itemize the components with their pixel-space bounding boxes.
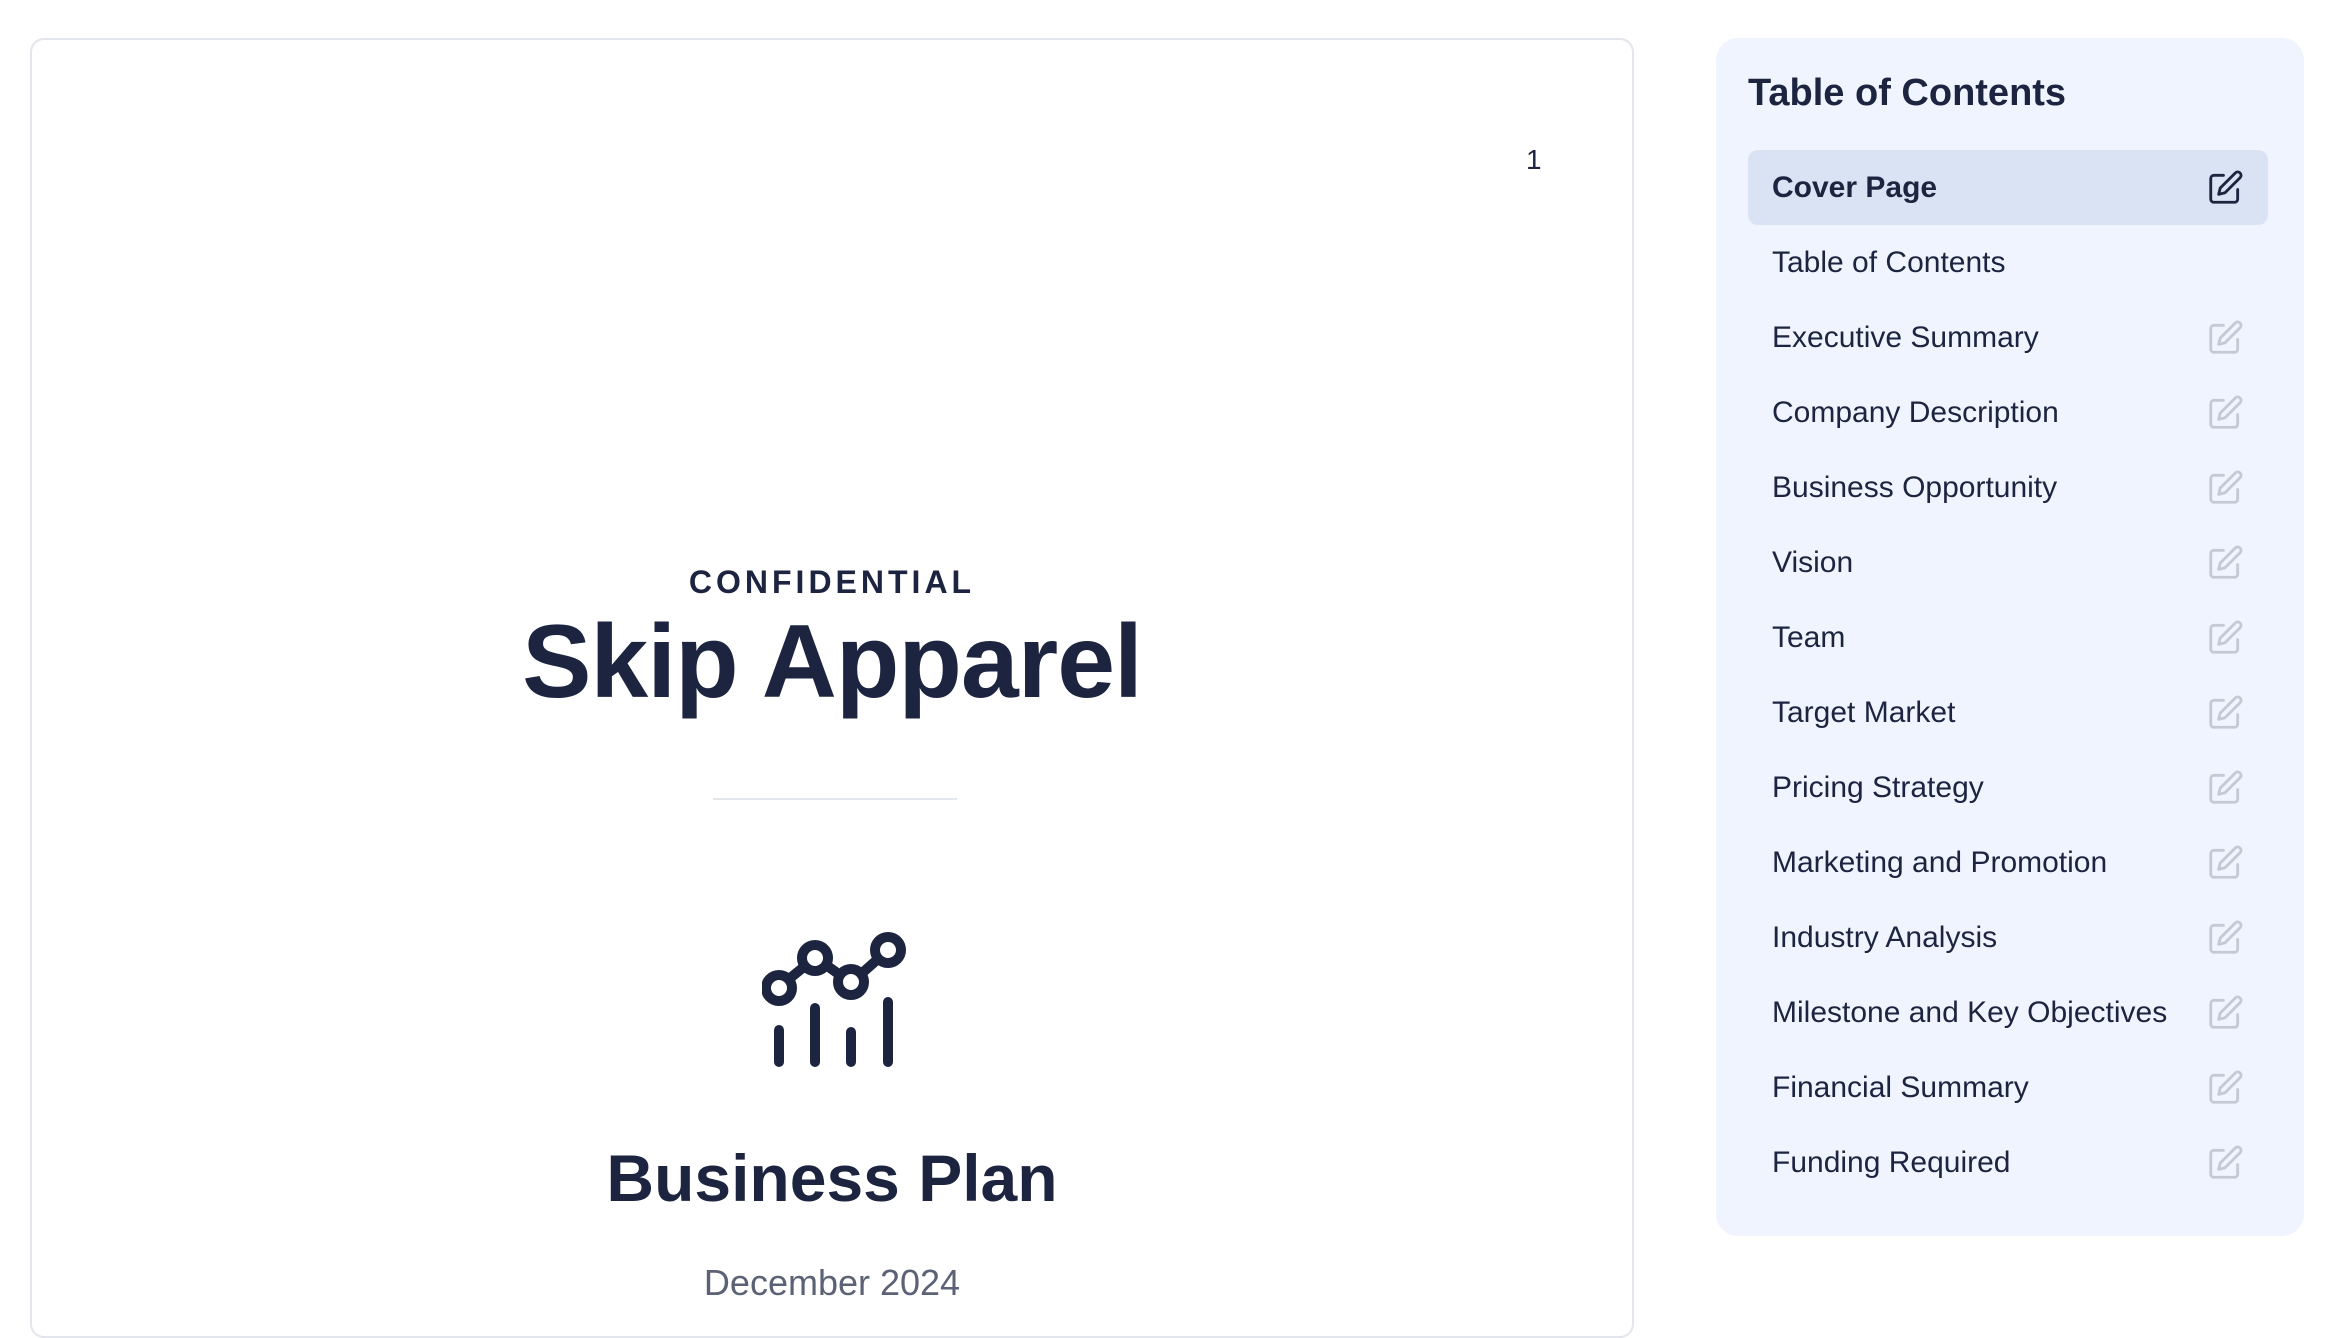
toc-item[interactable]: Financial Summary [1748,1050,2268,1125]
edit-icon[interactable] [2206,694,2244,732]
toc-item[interactable]: Table of Contents [1748,225,2268,300]
chart-growth-icon [761,932,912,1072]
toc-item-label: Table of Contents [1772,245,2006,279]
toc-item[interactable]: Executive Summary [1748,300,2268,375]
edit-icon[interactable] [2206,769,2244,807]
toc-item-label: Executive Summary [1772,320,2039,354]
toc-item-label: Industry Analysis [1772,920,1998,954]
toc-item-label: Financial Summary [1772,1070,2029,1104]
toc-panel: Table of Contents Cover Page Table of Con… [1716,38,2304,1236]
toc-item-label: Marketing and Promotion [1772,845,2108,879]
toc-item[interactable]: Marketing and Promotion [1748,825,2268,900]
toc-item[interactable]: Funding Required [1748,1125,2268,1200]
toc-item-label: Team [1772,620,1846,654]
doc-title: Business Plan [606,1141,1058,1215]
toc-heading: Table of Contents [1748,72,2067,114]
toc-item[interactable]: Pricing Strategy [1748,750,2268,825]
toc-item-label: Cover Page [1772,170,1938,204]
edit-icon[interactable] [2206,469,2244,507]
toc-item-label: Business Opportunity [1772,470,2058,504]
toc-item[interactable]: Vision [1748,525,2268,600]
toc-item-label: Pricing Strategy [1772,770,1984,804]
toc-item[interactable]: Target Market [1748,675,2268,750]
toc-item-label: Milestone and Key Objectives [1772,995,2168,1029]
doc-date: December 2024 [703,1262,961,1303]
toc-item-label: Funding Required [1772,1145,2011,1179]
edit-icon[interactable] [2206,169,2244,207]
edit-icon[interactable] [2206,1144,2244,1182]
edit-icon[interactable] [2206,394,2244,432]
toc-list: Cover Page Table of Contents Executive Sum… [1748,150,2268,1200]
toc-item-label: Target Market [1772,695,1956,729]
toc-item[interactable]: Milestone and Key Objectives [1748,975,2268,1050]
edit-icon[interactable] [2206,994,2244,1032]
edit-icon[interactable] [2206,619,2244,657]
toc-item[interactable]: Cover Page [1748,150,2268,225]
edit-icon[interactable] [2206,1069,2244,1107]
edit-icon[interactable] [2206,544,2244,582]
toc-item-label: Vision [1772,545,1854,579]
toc-item[interactable]: Industry Analysis [1748,900,2268,975]
toc-item[interactable]: Company Description [1748,375,2268,450]
toc-item-label: Company Description [1772,395,2059,429]
edit-icon[interactable] [2206,844,2244,882]
edit-icon[interactable] [2206,319,2244,357]
toc-item[interactable]: Business Opportunity [1748,450,2268,525]
toc-item[interactable]: Team [1748,600,2268,675]
confidential-label: CONFIDENTIAL [688,564,976,600]
divider [713,798,957,800]
document-page: 1 CONFIDENTIAL Skip Apparel Business Pla… [30,38,1634,1338]
edit-icon[interactable] [2206,919,2244,957]
company-name: Skip Apparel [522,604,1143,720]
cover-page: CONFIDENTIAL Skip Apparel Business Plan … [32,40,1632,1336]
